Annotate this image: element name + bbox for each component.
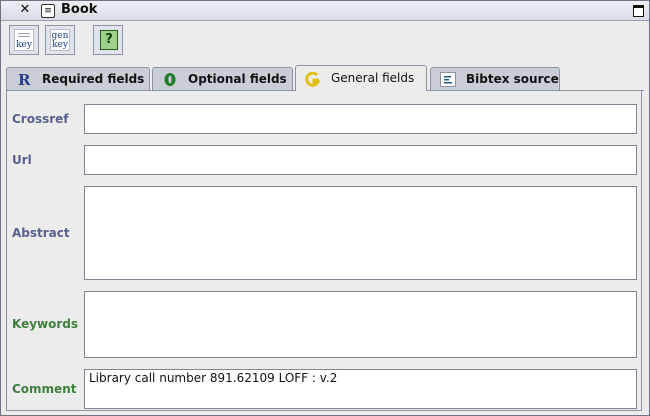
tab-bar: R Required fields Optional fields Genera… [1, 65, 649, 92]
window-menu-icon[interactable]: ≡ [41, 4, 55, 18]
generate-key-button[interactable]: gen key [45, 25, 75, 55]
tab-label: General fields [331, 71, 415, 85]
entry-editor-window: ✕ ≡ Book key gen key ? R Required fields… [0, 0, 650, 416]
crossref-label: Crossref [12, 112, 69, 126]
generate-key-icon: gen key [50, 29, 70, 51]
required-icon: R [18, 72, 31, 87]
key-button[interactable]: key [9, 25, 39, 55]
window-title: Book [61, 2, 98, 17]
comment-label: Comment [12, 382, 77, 396]
tab-bibtex-source[interactable]: Bibtex source [430, 67, 560, 90]
tab-label: Bibtex source [466, 72, 559, 86]
title-bar: ✕ ≡ Book [1, 1, 649, 21]
optional-icon [164, 73, 176, 86]
tab-general-fields[interactable]: General fields [295, 65, 427, 92]
bibtex-source-icon [440, 72, 456, 87]
keywords-field[interactable] [84, 291, 637, 358]
help-icon: ? [100, 30, 118, 50]
maximize-icon[interactable] [633, 5, 644, 17]
url-label: Url [12, 153, 32, 167]
toolbar: key gen key ? [1, 21, 649, 61]
help-button[interactable]: ? [93, 25, 123, 55]
keywords-label: Keywords [12, 317, 79, 331]
general-icon [305, 72, 321, 87]
crossref-field[interactable] [84, 104, 637, 134]
key-icon: key [14, 29, 34, 51]
close-icon[interactable]: ✕ [18, 3, 32, 17]
tab-label: Required fields [42, 72, 145, 86]
tab-optional-fields[interactable]: Optional fields [152, 67, 293, 90]
comment-field[interactable]: Library call number 891.62109 LOFF : v.2 [84, 369, 637, 409]
abstract-label: Abstract [12, 226, 70, 240]
tab-required-fields[interactable]: R Required fields [6, 67, 150, 90]
abstract-field[interactable] [84, 186, 637, 280]
svg-text:R: R [18, 72, 31, 87]
tab-label: Optional fields [188, 72, 287, 86]
url-field[interactable] [84, 145, 637, 175]
